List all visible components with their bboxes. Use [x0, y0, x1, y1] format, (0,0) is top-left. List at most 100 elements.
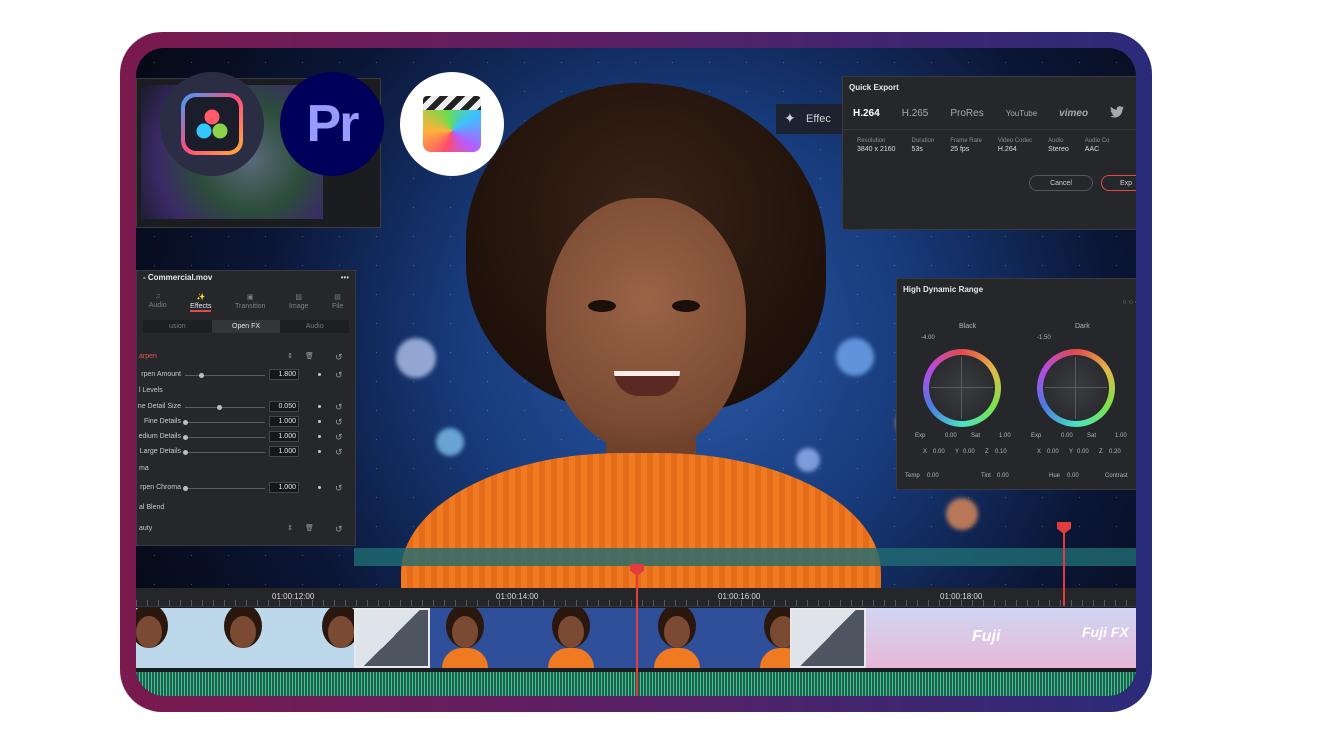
tab-h264[interactable]: H.264 — [853, 108, 880, 119]
transition-clip[interactable] — [790, 608, 866, 668]
slider-knob[interactable] — [183, 420, 188, 425]
tab-image[interactable]: ▨ Image — [289, 293, 308, 312]
z-label: Z — [1099, 449, 1103, 455]
video-clip-fuji[interactable]: Fuji Fuji FX — [866, 608, 1136, 668]
transition-clip[interactable] — [354, 608, 430, 668]
sat-value[interactable]: 1.00 — [999, 433, 1011, 439]
z-value[interactable]: 0.20 — [1109, 449, 1121, 455]
editor-screen: ✦ Effec Quick Export H.264 H.265 ProRes … — [136, 48, 1136, 696]
z-value[interactable]: 0.10 — [995, 449, 1007, 455]
up-down-icon[interactable]: ⇕ — [287, 524, 293, 532]
reset-icon[interactable]: ↺ — [335, 417, 343, 428]
keyframe-dot[interactable] — [318, 373, 321, 376]
reset-icon[interactable]: ↺ — [335, 352, 343, 363]
y-value[interactable]: 0.00 — [1077, 449, 1089, 455]
image-icon: ▨ — [295, 294, 303, 301]
hue-value[interactable]: 0.00 — [1067, 473, 1079, 479]
effects-label[interactable]: Effec — [806, 113, 831, 125]
timecode-label: 01:00:14:00 — [496, 592, 539, 601]
subtab-open-fx[interactable]: Open FX — [211, 320, 281, 333]
hdr-panel: High Dynamic Range ○ ○ ○ -4.00 Black -1.… — [896, 278, 1136, 490]
more-options-icon[interactable]: ••• — [341, 273, 349, 282]
value-field[interactable]: 1.000 — [269, 482, 299, 493]
color-wheel-black[interactable] — [923, 349, 1001, 427]
value-field[interactable]: 1.000 — [269, 446, 299, 457]
keyframe-dot[interactable] — [318, 435, 321, 438]
timecode-label: 01:00:16:00 — [718, 592, 761, 601]
temp-label: Temp — [905, 473, 920, 479]
slider-knob[interactable] — [183, 450, 188, 455]
beauty-section-header[interactable]: auty ⇕ 🗑 ↺ — [137, 523, 355, 537]
tab-file[interactable]: ▤ File — [332, 293, 343, 312]
reset-icon[interactable]: ↺ — [335, 447, 343, 458]
y-value[interactable]: 0.00 — [963, 449, 975, 455]
reset-icon[interactable]: ↺ — [335, 483, 343, 494]
sharpen-section-header[interactable]: arpen ⇕ 🗑 ↺ — [137, 351, 355, 365]
subtab-fusion[interactable]: usion — [143, 320, 212, 333]
trash-icon[interactable]: 🗑 — [305, 524, 314, 532]
x-value[interactable]: 0.00 — [1047, 449, 1059, 455]
slider-knob[interactable] — [199, 373, 204, 378]
bokeh-light — [836, 338, 874, 376]
param-group-blend: al Blend — [139, 504, 165, 511]
twitter-icon[interactable] — [1110, 106, 1125, 121]
timecode-label: 01:00:12:00 — [272, 592, 315, 601]
slider-knob[interactable] — [183, 435, 188, 440]
playhead-line[interactable] — [636, 576, 638, 696]
slider-track[interactable] — [185, 452, 265, 453]
exp-value[interactable]: 0.00 — [1061, 433, 1073, 439]
y-label: Y — [1069, 449, 1074, 455]
hdr-title: High Dynamic Range — [903, 285, 984, 294]
keyframe-dot[interactable] — [318, 486, 321, 489]
color-wheel-dark[interactable] — [1037, 349, 1115, 427]
value-field[interactable]: 1.000 — [269, 416, 299, 427]
slider-track[interactable] — [185, 422, 265, 423]
x-value[interactable]: 0.00 — [933, 449, 945, 455]
value-field[interactable]: 1.000 — [269, 431, 299, 442]
value-field[interactable]: 1.800 — [269, 369, 299, 380]
magic-wand-icon[interactable]: ✦ — [784, 110, 796, 127]
z-label: Z — [985, 449, 989, 455]
subject-face — [546, 198, 746, 453]
reset-icon[interactable]: ↺ — [335, 524, 343, 535]
tab-h265[interactable]: H.265 — [902, 108, 929, 119]
clip-thumbnail — [642, 608, 712, 668]
tab-vimeo[interactable]: vimeo — [1059, 108, 1088, 119]
clip-title-text: Fuji — [972, 628, 1001, 645]
keyframe-dot[interactable] — [318, 420, 321, 423]
trash-icon[interactable]: 🗑 — [305, 352, 314, 360]
video-clip-laughing[interactable] — [136, 608, 354, 668]
tab-transition[interactable]: ▣ Transition — [235, 293, 265, 312]
slider-track[interactable] — [185, 488, 265, 489]
slider-track[interactable] — [185, 375, 265, 376]
sat-value[interactable]: 1.00 — [1115, 433, 1127, 439]
reset-icon[interactable]: ↺ — [335, 370, 343, 381]
cancel-button[interactable]: Cancel — [1029, 175, 1093, 191]
export-button[interactable]: Exp — [1101, 175, 1136, 191]
slider-track[interactable] — [185, 437, 265, 438]
keyframe-dot[interactable] — [318, 450, 321, 453]
tab-effects[interactable]: ✨ Effects — [190, 293, 212, 312]
temp-value[interactable]: 0.00 — [927, 473, 939, 479]
tab-prores[interactable]: ProRes — [950, 108, 983, 119]
tab-audio[interactable]: ♫ Audio — [149, 293, 167, 312]
exp-label: Exp — [1031, 433, 1042, 439]
video-clip-portrait[interactable] — [430, 608, 790, 668]
subtab-audio[interactable]: Audio — [280, 320, 349, 333]
tab-youtube[interactable]: YouTube — [1006, 109, 1037, 118]
slider-knob[interactable] — [183, 486, 188, 491]
param-large-details: Large Details 1.000 ↺ — [139, 446, 343, 458]
setting-audio-codec: Audio Co AAC — [1084, 138, 1110, 153]
marker-line[interactable] — [1063, 532, 1065, 606]
value-field[interactable]: 0.050 — [269, 401, 299, 412]
keyframe-dot[interactable] — [318, 405, 321, 408]
davinci-resolve-logo — [160, 72, 264, 176]
exp-value[interactable]: 0.00 — [945, 433, 957, 439]
reset-icon[interactable]: ↺ — [335, 432, 343, 443]
wheel-name: Dark — [1075, 323, 1090, 330]
reset-icon[interactable]: ↺ — [335, 402, 343, 413]
up-down-icon[interactable]: ⇕ — [287, 352, 293, 360]
slider-knob[interactable] — [217, 405, 222, 410]
tint-value[interactable]: 0.00 — [997, 473, 1009, 479]
slider-track[interactable] — [185, 407, 265, 408]
